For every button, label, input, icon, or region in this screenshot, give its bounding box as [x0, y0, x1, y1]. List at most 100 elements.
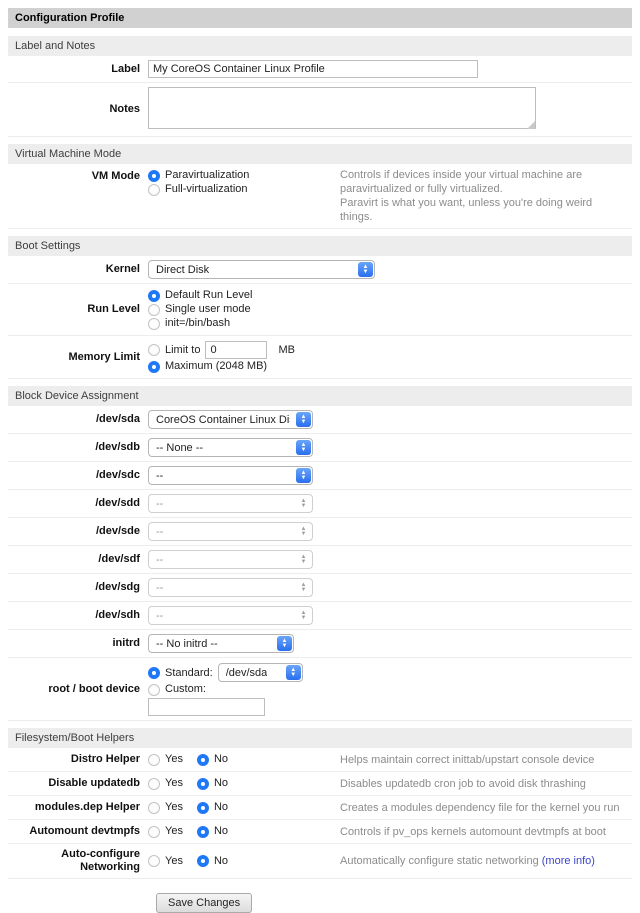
select-value: -- No initrd -- [156, 638, 218, 650]
save-changes-button[interactable]: Save Changes [156, 893, 252, 913]
dev-sdc-label: /dev/sdc [8, 469, 148, 482]
select-value: -- [156, 498, 163, 510]
section-filesystem-boot-helpers: Filesystem/Boot Helpers [8, 728, 632, 748]
memory-limit-row: Memory Limit Limit to MB Maximum (2048 M… [8, 336, 632, 379]
auto-networking-no-radio[interactable]: No [197, 855, 228, 868]
dev-sdh-select: -- [148, 606, 313, 625]
root-device-standard-radio[interactable] [148, 667, 160, 679]
radio-selected-icon[interactable] [197, 826, 209, 838]
run-level-row: Run Level Default Run Level Single user … [8, 284, 632, 336]
radio-icon[interactable] [148, 802, 160, 814]
dev-sdc-select[interactable]: -- [148, 466, 313, 485]
radio-selected-icon[interactable] [148, 170, 160, 182]
modules-dep-help: Creates a modules dependency file for th… [340, 801, 632, 815]
select-stepper-icon [296, 440, 311, 455]
modules-dep-yes-radio[interactable]: Yes [148, 801, 183, 814]
run-level-single-user-radio[interactable]: Single user mode [148, 303, 252, 316]
radio-label: No [214, 777, 228, 790]
distro-helper-label: Distro Helper [8, 753, 148, 766]
radio-icon[interactable] [148, 184, 160, 196]
radio-label: No [214, 753, 228, 766]
select-stepper-icon [296, 552, 311, 567]
radio-icon[interactable] [148, 778, 160, 790]
dev-sdd-select: -- [148, 494, 313, 513]
dev-sdh-label: /dev/sdh [8, 609, 148, 622]
vm-mode-help: Controls if devices inside your virtual … [340, 168, 632, 224]
resize-grip-icon[interactable] [527, 121, 535, 129]
dev-sdg-select: -- [148, 578, 313, 597]
radio-icon[interactable] [148, 304, 160, 316]
radio-selected-icon[interactable] [197, 778, 209, 790]
root-boot-device-label: root / boot device [8, 683, 148, 696]
radio-icon[interactable] [148, 826, 160, 838]
radio-label: Maximum (2048 MB) [165, 360, 267, 373]
modules-dep-helper-row: modules.dep Helper Yes No Creates a modu… [8, 796, 632, 820]
label-input[interactable] [148, 60, 478, 78]
dev-sdh-row: /dev/sdh -- [8, 602, 632, 630]
dev-sda-select[interactable]: CoreOS Container Linux Disk [148, 410, 313, 429]
automount-devtmpfs-label: Automount devtmpfs [8, 825, 148, 838]
radio-icon[interactable] [148, 754, 160, 766]
initrd-select[interactable]: -- No initrd -- [148, 634, 294, 653]
modules-dep-no-radio[interactable]: No [197, 801, 228, 814]
radio-selected-icon[interactable] [197, 802, 209, 814]
auto-networking-help: Automatically configure static networkin… [340, 854, 632, 868]
vm-mode-row: VM Mode Paravirtualization Full-virtuali… [8, 164, 632, 229]
memory-unit-label: MB [278, 344, 295, 356]
select-value: -- [156, 470, 163, 482]
automount-devtmpfs-no-radio[interactable]: No [197, 825, 228, 838]
more-info-link[interactable]: (more info) [542, 855, 595, 867]
radio-label: Standard: [165, 667, 213, 679]
select-stepper-icon [296, 608, 311, 623]
radio-label: Yes [165, 777, 183, 790]
radio-icon[interactable] [148, 684, 160, 696]
initrd-row: initrd -- No initrd -- [8, 630, 632, 658]
select-stepper-icon [296, 580, 311, 595]
radio-selected-icon[interactable] [148, 361, 160, 373]
dev-sdg-label: /dev/sdg [8, 581, 148, 594]
auto-networking-yes-radio[interactable]: Yes [148, 855, 183, 868]
vm-mode-full-virtualization-radio[interactable]: Full-virtualization [148, 183, 340, 196]
auto-configure-networking-label: Auto-configure Networking [8, 848, 148, 874]
memory-limit-input[interactable] [205, 341, 267, 359]
radio-label: Yes [165, 825, 183, 838]
select-value: -- [156, 610, 163, 622]
radio-selected-icon[interactable] [197, 855, 209, 867]
radio-label: Yes [165, 855, 183, 868]
distro-helper-yes-radio[interactable]: Yes [148, 753, 183, 766]
select-stepper-icon [358, 262, 373, 277]
notes-field-label: Notes [8, 103, 148, 116]
radio-label: Yes [165, 753, 183, 766]
dev-sdf-row: /dev/sdf -- [8, 546, 632, 574]
select-value: -- None -- [156, 442, 203, 454]
dev-sde-row: /dev/sde -- [8, 518, 632, 546]
help-text: Paravirt is what you want, unless you're… [340, 196, 626, 224]
dev-sde-select: -- [148, 522, 313, 541]
memory-limit-to-radio[interactable] [148, 344, 160, 356]
root-device-select[interactable]: /dev/sda [218, 663, 303, 682]
dev-sdb-select[interactable]: -- None -- [148, 438, 313, 457]
root-device-custom-input[interactable] [148, 698, 265, 716]
run-level-label: Run Level [8, 303, 148, 316]
select-stepper-icon [296, 524, 311, 539]
radio-icon[interactable] [148, 318, 160, 330]
disable-updatedb-row: Disable updatedb Yes No Disables updated… [8, 772, 632, 796]
run-level-init-bash-radio[interactable]: init=/bin/bash [148, 317, 252, 330]
radio-label: Paravirtualization [165, 169, 249, 182]
radio-selected-icon[interactable] [197, 754, 209, 766]
automount-devtmpfs-yes-radio[interactable]: Yes [148, 825, 183, 838]
radio-icon[interactable] [148, 855, 160, 867]
root-device-custom-radio[interactable]: Custom: [148, 683, 303, 696]
distro-helper-no-radio[interactable]: No [197, 753, 228, 766]
radio-selected-icon[interactable] [148, 290, 160, 302]
run-level-default-radio[interactable]: Default Run Level [148, 289, 252, 302]
disable-updatedb-no-radio[interactable]: No [197, 777, 228, 790]
vm-mode-paravirtualization-radio[interactable]: Paravirtualization [148, 169, 340, 182]
help-text: Controls if devices inside your virtual … [340, 168, 626, 196]
kernel-select[interactable]: Direct Disk [148, 260, 375, 279]
select-stepper-icon [296, 468, 311, 483]
notes-textarea[interactable] [148, 87, 536, 129]
auto-configure-networking-row: Auto-configure Networking Yes No Automat… [8, 844, 632, 879]
memory-maximum-radio[interactable]: Maximum (2048 MB) [148, 360, 295, 373]
disable-updatedb-yes-radio[interactable]: Yes [148, 777, 183, 790]
